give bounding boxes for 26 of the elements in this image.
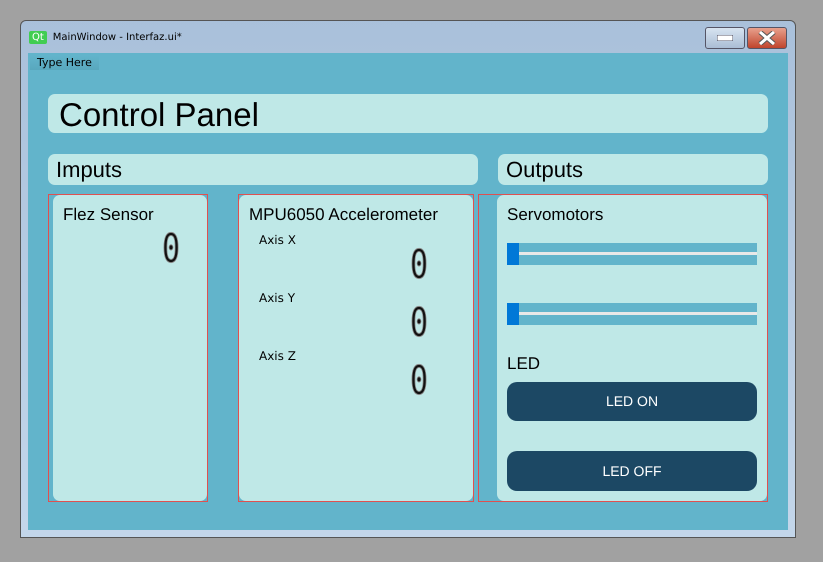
axis-label: Axis Y [259,291,296,305]
led-title: LED [507,354,540,374]
outputs-header: Outputs [498,154,768,185]
window-title: MainWindow - Interfaz.ui* [52,32,182,42]
minimize-button[interactable] [705,27,745,49]
slider[interactable] [507,243,757,265]
slider-thumb[interactable] [507,302,519,325]
card-title: Servomotors [507,205,604,225]
axis-label: Axis X [259,233,296,247]
qt-logo: Qt [29,30,47,44]
led-button[interactable]: LED ON [507,382,757,422]
inputs-header: Imputs [48,154,478,185]
lcd-number: 0 [410,303,428,343]
card-title: Flez Sensor [63,205,154,225]
close-button[interactable] [747,27,787,49]
minimize-icon [717,35,733,41]
lcd-number: 0 [410,245,428,285]
card-title: MPU6050 Accelerometer [249,205,438,225]
lcd-number: 0 [162,229,180,269]
control-panel-header: Control Panel [48,94,768,133]
slider[interactable] [507,302,757,325]
slider-thumb[interactable] [507,243,519,265]
led-button[interactable]: LED OFF [507,451,757,491]
close-icon [758,31,776,45]
axis-label: Axis Z [259,349,296,363]
lcd-number: 0 [410,361,428,401]
